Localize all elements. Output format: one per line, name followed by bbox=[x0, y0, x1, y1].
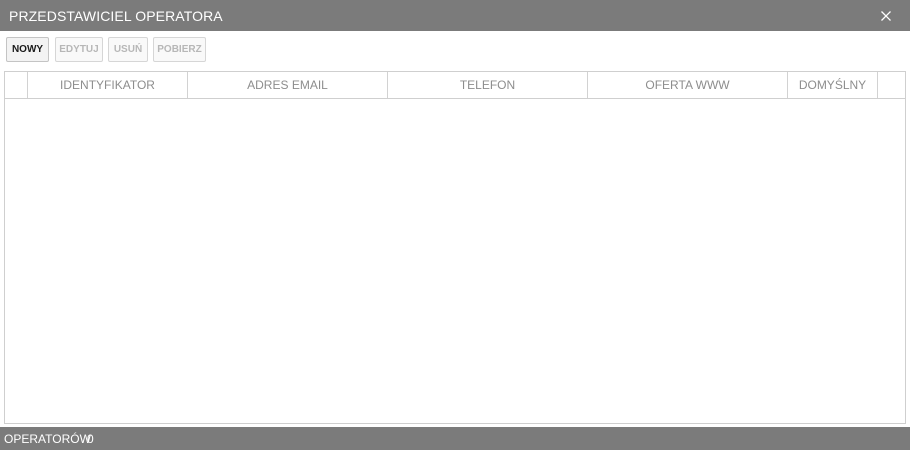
fetch-button[interactable]: POBIERZ bbox=[153, 37, 206, 62]
column-header-phone[interactable]: TELEFON bbox=[388, 72, 588, 98]
table-body[interactable] bbox=[5, 99, 905, 423]
operators-table: IDENTYFIKATOR ADRES EMAIL TELEFON OFERTA… bbox=[4, 71, 906, 424]
column-header-identifier[interactable]: IDENTYFIKATOR bbox=[28, 72, 188, 98]
window-title: PRZEDSTAWICIEL OPERATORA bbox=[9, 8, 223, 24]
table-header: IDENTYFIKATOR ADRES EMAIL TELEFON OFERTA… bbox=[5, 72, 905, 99]
column-header-selector[interactable] bbox=[5, 72, 28, 98]
column-header-default[interactable]: DOMYŚLNY bbox=[788, 72, 878, 98]
edit-button[interactable]: EDYTUJ bbox=[55, 37, 103, 62]
column-header-www-offer[interactable]: OFERTA WWW bbox=[588, 72, 788, 98]
new-button[interactable]: NOWY bbox=[6, 37, 49, 62]
toolbar: NOWY EDYTUJ USUŃ POBIERZ bbox=[0, 31, 910, 71]
operators-count-label: OPERATORÓW bbox=[4, 432, 91, 446]
title-bar: PRZEDSTAWICIEL OPERATORA bbox=[0, 0, 910, 31]
close-icon[interactable] bbox=[876, 6, 896, 26]
column-header-email[interactable]: ADRES EMAIL bbox=[188, 72, 388, 98]
delete-button[interactable]: USUŃ bbox=[108, 37, 148, 62]
operators-count-value: 0 bbox=[87, 432, 94, 446]
status-bar: OPERATORÓW 0 bbox=[0, 427, 910, 450]
